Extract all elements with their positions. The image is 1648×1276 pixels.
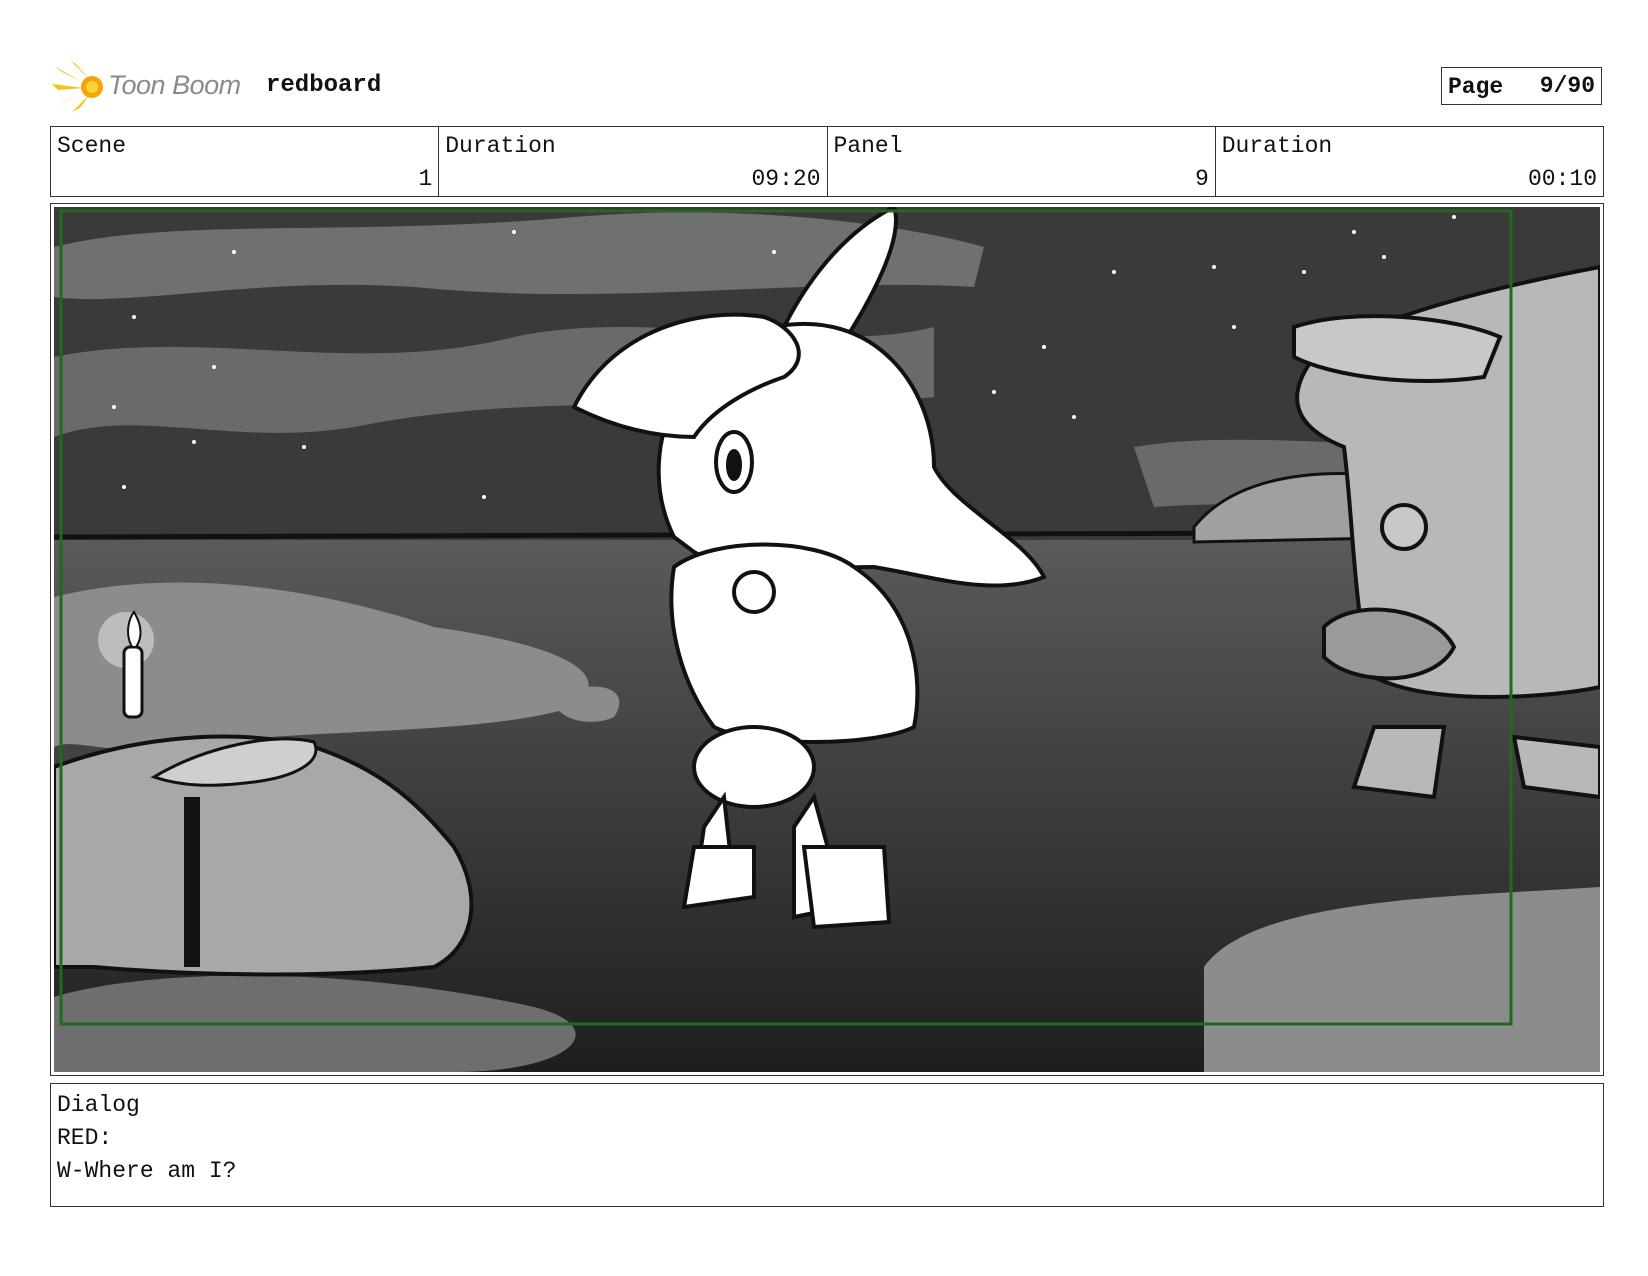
scene-duration-value: 09:20 [751, 166, 821, 192]
scene-value: 1 [418, 166, 433, 192]
project-name: redboard [266, 72, 382, 99]
panel-duration-label: Duration [1221, 133, 1333, 159]
panel-info-table: Scene 1 Duration 09:20 Panel 9 Duration … [50, 126, 1604, 197]
scene-cell: Scene 1 [51, 127, 440, 196]
scene-label: Scene [57, 133, 127, 159]
scene-duration-cell: Duration 09:20 [439, 127, 828, 196]
storyboard-panel [50, 203, 1604, 1076]
page-number: 9/90 [1539, 73, 1595, 99]
panel-label: Panel [833, 133, 903, 159]
panel-cell: Panel 9 [828, 127, 1216, 196]
scene-duration-label: Duration [445, 133, 556, 159]
dialog-label: Dialog [57, 1092, 140, 1118]
logo-wordmark: Toon Boom [108, 70, 241, 100]
panel-duration-value: 00:10 [1527, 166, 1597, 192]
dialog-speaker: RED: [57, 1125, 113, 1151]
panel-value: 9 [1194, 166, 1209, 192]
dialog-box: Dialog RED: W-Where am I? [50, 1083, 1604, 1207]
panel-drawing [54, 207, 1600, 1072]
page-indicator: Page 9/90 [1441, 67, 1602, 105]
dialog-line: W-Where am I? [57, 1158, 237, 1184]
page-label: Page [1448, 74, 1504, 100]
panel-duration-cell: Duration 00:10 [1216, 127, 1603, 196]
